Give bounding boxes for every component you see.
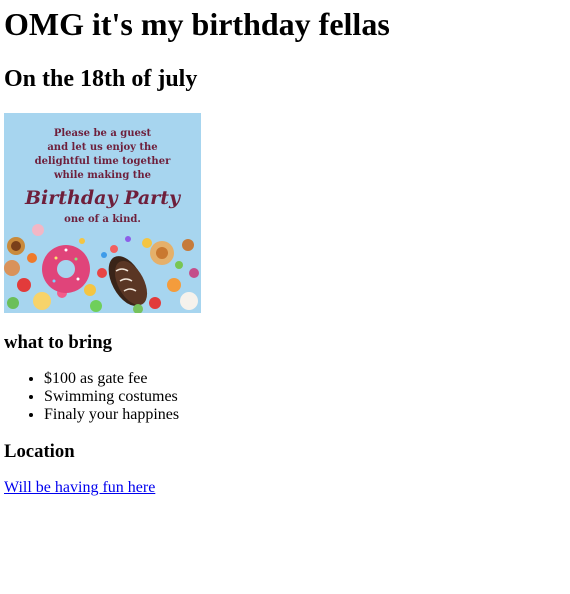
list-item: $100 as gate fee bbox=[44, 370, 566, 388]
party-date-subtitle: On the 18th of july bbox=[4, 66, 198, 92]
list-item: Swimming costumes bbox=[44, 388, 566, 406]
invitation-line: and let us enjoy the bbox=[47, 142, 158, 153]
invitation-script-title: Birthday Party bbox=[24, 187, 181, 209]
birthday-invitation-image: Please be a guest and let us enjoy the d… bbox=[4, 113, 201, 313]
invitation-line: Please be a guest bbox=[53, 128, 152, 139]
location-heading: Location bbox=[4, 441, 75, 462]
location-paragraph: Will be having fun here bbox=[4, 479, 566, 497]
page-title: OMG it's my birthday fellas bbox=[4, 6, 390, 42]
location-link[interactable]: Will be having fun here bbox=[4, 479, 155, 496]
invitation-line: while making the bbox=[53, 170, 152, 181]
what-to-bring-heading: what to bring bbox=[4, 332, 112, 353]
invitation-line: delightful time together bbox=[34, 156, 171, 167]
bring-list: $100 as gate fee Swimming costumes Final… bbox=[4, 370, 566, 424]
page-content: OMG it's my birthday fellas On the 18th … bbox=[0, 6, 570, 497]
list-item: Finaly your happines bbox=[44, 406, 566, 424]
invitation-text: Please be a guest and let us enjoy the d… bbox=[4, 127, 201, 227]
invitation-line: one of a kind. bbox=[64, 214, 141, 225]
